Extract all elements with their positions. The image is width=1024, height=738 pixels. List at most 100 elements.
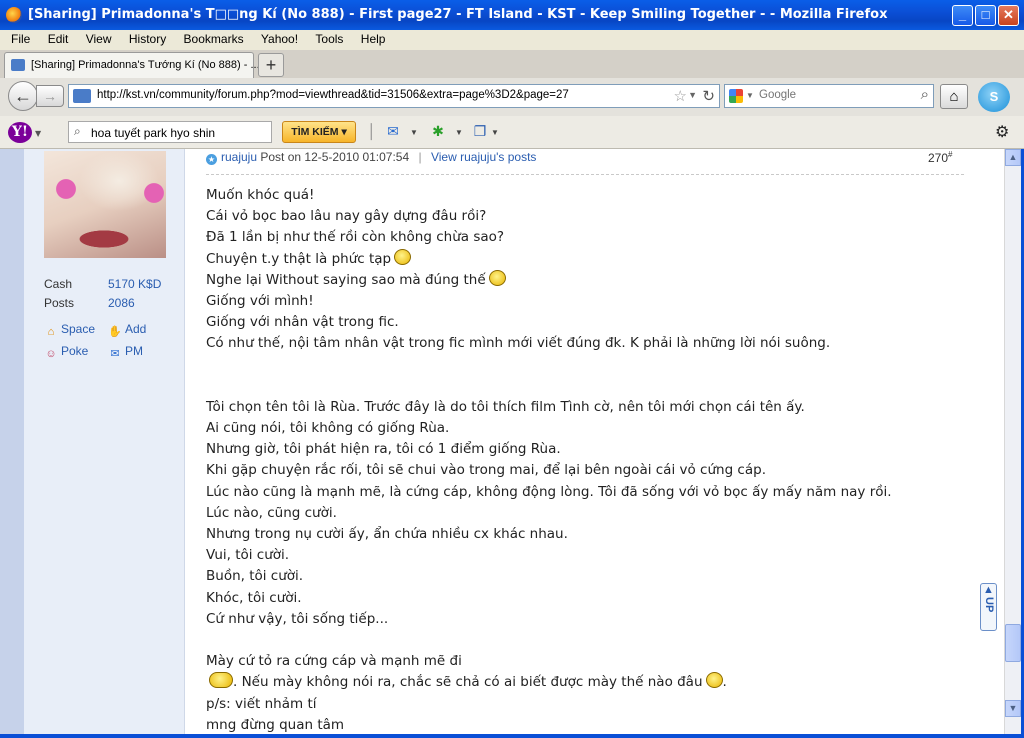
close-button[interactable]: ✕ — [998, 5, 1019, 26]
page-viewport: Cash 5170 K$D Posts 2086 ⌂ Space ✋ Add ☺ Po… — [0, 149, 1004, 734]
post-line: Vui, tôi cười. — [206, 547, 290, 564]
post-line: Ai cũng nói, tôi không có giống Rùa. — [206, 420, 450, 437]
up-arrow-icon: ▲ — [983, 584, 994, 596]
yahoo-search-value[interactable]: hoa tuyết park hyo shin — [91, 126, 215, 140]
messenger-dropdown-icon[interactable]: ▼ — [455, 128, 463, 137]
forward-button[interactable]: → — [36, 85, 64, 107]
post-line: mng đừng quan tâm — [206, 716, 345, 733]
post-line: Buồn, tôi cười. — [206, 568, 304, 585]
post-line: Có như thế, nội tâm nhân vật trong fic m… — [206, 335, 831, 352]
post-date: Post on 12-5-2010 01:07:54 — [260, 150, 410, 164]
tab-active[interactable]: [Sharing] Primadonna's Tướng Kí (No 888)… — [4, 52, 260, 78]
scroll-to-top-button[interactable]: ▲ UP — [980, 583, 997, 631]
post-line: Giống với nhân vật trong fic. — [206, 314, 399, 331]
avatar[interactable] — [44, 151, 166, 258]
firefox-icon — [6, 7, 22, 23]
forward-arrow-icon: → — [43, 88, 57, 104]
scroll-up-button[interactable]: ▲ — [1005, 149, 1021, 166]
space-link[interactable]: ⌂ Space — [44, 322, 95, 339]
gear-icon[interactable]: ⚙ — [995, 122, 1009, 142]
site-identity-icon[interactable] — [73, 89, 91, 103]
home-icon: ⌂ — [949, 88, 959, 105]
meta-separator: | — [418, 150, 422, 164]
tab-label: [Sharing] Primadonna's Tướng Kí (No 888)… — [31, 59, 260, 71]
skype-button[interactable]: S — [978, 82, 1010, 112]
menu-bookmarks[interactable]: Bookmarks — [177, 30, 251, 46]
mail-dropdown-icon[interactable]: ▼ — [410, 128, 418, 137]
minimize-button[interactable]: _ — [952, 5, 973, 26]
scroll-down-button[interactable]: ▼ — [1005, 700, 1021, 717]
post-line: Lúc nào cũng là mạnh mẽ, là cứng cáp, kh… — [206, 483, 892, 500]
page-left-frame — [0, 149, 24, 734]
skype-icon: S — [989, 89, 999, 104]
url-dropdown-icon[interactable]: ▼ — [688, 90, 697, 100]
mail-icon[interactable]: ✉ — [383, 123, 403, 140]
vertical-scrollbar[interactable]: ▲ ▼ — [1004, 149, 1021, 734]
post-meta: ★ ruajuju Post on 12-5-2010 01:07:54 | Vi… — [206, 150, 536, 165]
bookmarks-icon[interactable]: ❐ — [470, 123, 490, 140]
poke-link[interactable]: ☺ Poke — [44, 344, 88, 361]
post-line: Muốn khóc quá! — [206, 187, 315, 203]
menu-view[interactable]: View — [79, 30, 119, 46]
home-icon: ⌂ — [47, 326, 55, 338]
bookmarks-dropdown-icon[interactable]: ▼ — [491, 128, 499, 137]
url-text[interactable]: http://kst.vn/community/forum.php?mod=vi… — [97, 89, 569, 101]
yahoo-search-input[interactable]: ⌕ hoa tuyết park hyo shin — [68, 121, 272, 143]
search-icon[interactable]: ⌕ — [921, 86, 929, 103]
menu-bar: File Edit View History Bookmarks Yahoo! … — [0, 30, 1024, 50]
post-line: Khóc, tôi cười. — [206, 589, 302, 606]
scroll-down-icon: ▼ — [1008, 703, 1018, 713]
menu-edit[interactable]: Edit — [41, 30, 76, 46]
url-bar[interactable]: http://kst.vn/community/forum.php?mod=vi… — [68, 84, 720, 108]
post-line: Mày cứ tỏ ra cứng cáp và mạnh mẽ đi — [206, 653, 462, 670]
window-title: [Sharing] Primadonna's T□□ng Kí (No 888)… — [28, 7, 888, 22]
posts-value[interactable]: 2086 — [108, 296, 135, 310]
menu-yahoo[interactable]: Yahoo! — [254, 30, 305, 46]
search-box[interactable]: ▼ ⌕ — [724, 84, 934, 108]
home-button[interactable]: ⌂ — [940, 84, 968, 109]
maximize-button[interactable]: □ — [975, 5, 996, 26]
bookmark-star-icon[interactable]: ☆ — [674, 87, 687, 105]
back-button[interactable]: ← — [8, 81, 38, 111]
tough-emoticon-icon — [209, 672, 233, 689]
menu-file[interactable]: File — [4, 30, 37, 46]
yahoo-dropdown-icon[interactable]: ▼ — [35, 128, 41, 138]
post-line: Nhưng giờ, tôi phát hiện ra, tôi có 1 đi… — [206, 441, 561, 458]
window-border-bottom — [0, 734, 1024, 738]
post-line: Khi gặp chuyện rắc rối, tôi sẽ chui vào … — [206, 462, 766, 479]
back-arrow-icon: ← — [14, 86, 32, 106]
post-line — [206, 376, 976, 397]
post-line: p/s: viết nhảm tí — [206, 695, 317, 712]
post-divider — [206, 174, 964, 175]
yahoo-toolbar: Y! ▼ ⌕ hoa tuyết park hyo shin TÌM KIẾM ▾… — [0, 116, 1024, 149]
menu-history[interactable]: History — [122, 30, 173, 46]
new-tab-button[interactable]: + — [258, 53, 284, 77]
cash-value: 5170 K$D — [108, 277, 162, 291]
add-friend-link[interactable]: ✋ Add — [108, 322, 146, 339]
scrollbar-thumb[interactable] — [1005, 624, 1021, 662]
posts-label: Posts — [44, 296, 75, 310]
mail-icon: ✉ — [110, 348, 120, 360]
post-line: Giống với mình! — [206, 292, 314, 309]
post-line: . Nếu mày không nói ra, chắc sẽ chả có a… — [206, 672, 976, 693]
search-input[interactable] — [757, 88, 911, 102]
post-number[interactable]: 270# — [928, 150, 952, 165]
menu-tools[interactable]: Tools — [308, 30, 350, 46]
yahoo-logo[interactable]: Y! ▼ — [8, 121, 41, 143]
grin-emoticon-icon — [705, 672, 723, 689]
yahoo-search-button[interactable]: TÌM KIẾM ▾ — [282, 121, 356, 143]
navigation-toolbar: ← → http://kst.vn/community/forum.php?mo… — [0, 78, 1024, 116]
scroll-up-icon: ▲ — [1008, 152, 1018, 162]
google-icon[interactable] — [729, 89, 743, 103]
reload-icon[interactable]: ↻ — [702, 87, 715, 105]
pm-link[interactable]: ✉ PM — [108, 344, 143, 361]
post-line: Nhưng trong nụ cười ấy, ẩn chứa nhiều cx… — [206, 526, 568, 542]
author-link[interactable]: ruajuju — [221, 150, 257, 164]
yahoo-search-icon: ⌕ — [74, 124, 81, 138]
search-engine-dropdown-icon[interactable]: ▼ — [746, 91, 754, 100]
messenger-icon[interactable]: ✱ — [428, 123, 448, 140]
window-titlebar: [Sharing] Primadonna's T□□ng Kí (No 888)… — [0, 0, 1024, 30]
menu-help[interactable]: Help — [354, 30, 393, 46]
view-author-posts-link[interactable]: View ruajuju's posts — [431, 150, 536, 164]
site-favicon-icon — [11, 59, 25, 71]
